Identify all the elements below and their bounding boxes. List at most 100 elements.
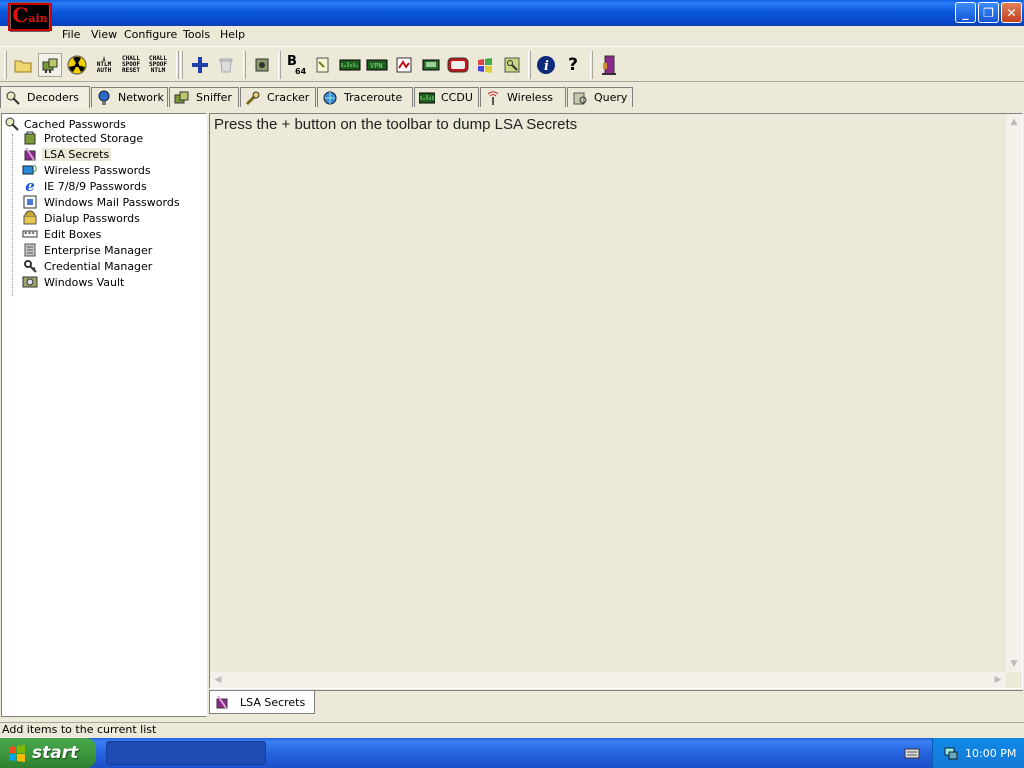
menu-tools[interactable]: Tools [183, 28, 210, 41]
close-icon: ✕ [1006, 5, 1017, 20]
hash-calculator-button[interactable] [310, 53, 334, 77]
ntlm-auth-button[interactable]: ↓ NTLM AUTH [92, 53, 116, 77]
tree-item-dialup-passwords[interactable]: Dialup Passwords [22, 210, 142, 226]
globe-network-icon [96, 90, 112, 106]
cisco-button[interactable] [446, 53, 470, 77]
tree-item-label: Wireless Passwords [44, 163, 151, 177]
tree-item-windows-mail[interactable]: Windows Mail Passwords [22, 194, 182, 210]
tree-item-label: Enterprise Manager [44, 243, 153, 257]
tab-sniffer[interactable]: Sniffer [169, 87, 239, 107]
scroll-up-icon[interactable]: ▲ [1006, 114, 1022, 130]
info-icon: i [537, 56, 555, 74]
oracle-button[interactable] [500, 53, 524, 77]
network-status-icon[interactable] [943, 745, 959, 761]
system-tray: 10:00 PM [932, 738, 1024, 768]
sniffer-icon [174, 90, 190, 106]
logo-mark: Cain [8, 3, 52, 31]
about-button[interactable]: i [534, 53, 558, 77]
test-password-button[interactable] [250, 53, 274, 77]
tab-query[interactable]: Query [567, 87, 633, 107]
tree-item-lsa-secrets[interactable]: LSA Secrets [22, 146, 112, 162]
base64-button[interactable]: B 64 [284, 53, 308, 77]
tree-item-windows-vault[interactable]: Windows Vault [22, 274, 126, 290]
tab-cracker[interactable]: Cracker [240, 87, 316, 107]
tree-item-protected-storage[interactable]: Protected Storage [22, 130, 145, 146]
lsa-secrets-list[interactable]: Press the + button on the toolbar to dum… [209, 113, 1023, 689]
help-icon: ? [568, 55, 578, 75]
restore-icon: ❐ [983, 5, 994, 20]
key-note-icon [316, 57, 329, 73]
toolbar-separator [243, 51, 246, 79]
decoders-tree[interactable]: Cached Passwords Protected Storage LSA S… [1, 113, 207, 717]
vpn-chip-icon: VPN [366, 59, 388, 71]
tree-item-label: Windows Mail Passwords [44, 195, 180, 209]
rtgen-button[interactable] [338, 53, 362, 77]
chall-spoof-reset-label: CHALL SPOOF RESET [121, 55, 141, 74]
tab-ccdu[interactable]: CCDU [414, 87, 479, 107]
tree-item-credential-manager[interactable]: Credential Manager [22, 258, 154, 274]
maximize-button[interactable]: ❐ [978, 2, 999, 23]
tab-label: Traceroute [344, 91, 403, 104]
menu-configure[interactable]: Configure [124, 28, 177, 41]
query-database-icon [572, 90, 588, 106]
taskbar-app-cain[interactable] [106, 741, 266, 765]
toolbar-separator [278, 51, 281, 79]
scroll-left-icon[interactable]: ◀ [210, 672, 226, 688]
horizontal-scrollbar[interactable]: ◀ ▶ [210, 672, 1006, 688]
tab-traceroute[interactable]: Traceroute [317, 87, 413, 107]
add-to-list-button[interactable] [188, 53, 212, 77]
close-button[interactable]: ✕ [1001, 2, 1022, 23]
title-bar[interactable]: _ ❐ ✕ [0, 0, 1024, 26]
windows-logo-icon [8, 744, 26, 762]
minimize-button[interactable]: _ [955, 2, 976, 23]
tab-network[interactable]: Network [91, 87, 168, 107]
tab-label: Query [594, 91, 628, 104]
vpn-decoder-button[interactable]: VPN [365, 53, 389, 77]
tab-label: Sniffer [196, 91, 232, 104]
green-chip-icon [339, 59, 361, 71]
app-logo[interactable]: Cain [8, 2, 52, 32]
start-sniffer-button[interactable] [38, 53, 62, 77]
network-card-icon [42, 58, 58, 73]
menu-file[interactable]: File [62, 28, 80, 41]
menu-bar: File View Configure Tools Help [0, 26, 1024, 45]
tree-item-label: Dialup Passwords [44, 211, 140, 225]
credential-key-icon [22, 258, 38, 274]
vertical-scrollbar[interactable]: ▲ ▼ [1006, 114, 1022, 672]
toolbar-grip[interactable] [4, 51, 7, 79]
plus-icon [192, 57, 208, 73]
exit-button[interactable] [597, 53, 621, 77]
window-controls: _ ❐ ✕ [955, 2, 1022, 23]
tab-decoders[interactable]: Decoders [0, 86, 90, 108]
minimize-icon: _ [962, 5, 969, 20]
chall-spoof-reset-button[interactable]: CHALL SPOOF RESET [119, 53, 143, 77]
tree-item-edit-boxes[interactable]: *** Edit Boxes [22, 226, 103, 242]
help-button[interactable]: ? [561, 53, 585, 77]
menu-help[interactable]: Help [220, 28, 245, 41]
ccdu-chip-icon [419, 90, 435, 106]
menu-view[interactable]: View [91, 28, 117, 41]
tree-item-enterprise-manager[interactable]: Enterprise Manager [22, 242, 154, 258]
tab-wireless[interactable]: Wireless [480, 87, 566, 107]
start-apr-button[interactable] [65, 53, 89, 77]
svg-text:***: *** [24, 231, 35, 238]
edit-box-icon: *** [22, 226, 38, 242]
subtab-lsa-secrets[interactable]: LSA Secrets [209, 691, 315, 714]
scroll-right-icon[interactable]: ▶ [990, 672, 1006, 688]
open-button[interactable] [11, 53, 35, 77]
chall-spoof-ntlm-button[interactable]: CHALL SPOOF NTLM [146, 53, 170, 77]
tree-item-label: Edit Boxes [44, 227, 102, 241]
subtab-label: LSA Secrets [240, 695, 306, 709]
tree-item-ie-passwords[interactable]: e IE 7/8/9 Passwords [22, 177, 149, 195]
main-tabs: Decoders Network Sniffer Cracker Tracero… [0, 86, 1024, 108]
keyboard-icon[interactable] [904, 746, 920, 760]
clock[interactable]: 10:00 PM [965, 747, 1016, 760]
rdp-button[interactable] [392, 53, 416, 77]
remove-button[interactable] [214, 53, 238, 77]
tab-label: Decoders [27, 91, 80, 104]
tree-item-wireless-passwords[interactable]: Wireless Passwords [22, 162, 153, 178]
scroll-down-icon[interactable]: ▼ [1006, 656, 1022, 672]
start-button[interactable]: start [0, 738, 96, 768]
wireless-card-button[interactable] [419, 53, 443, 77]
ms-sql-button[interactable] [473, 53, 497, 77]
